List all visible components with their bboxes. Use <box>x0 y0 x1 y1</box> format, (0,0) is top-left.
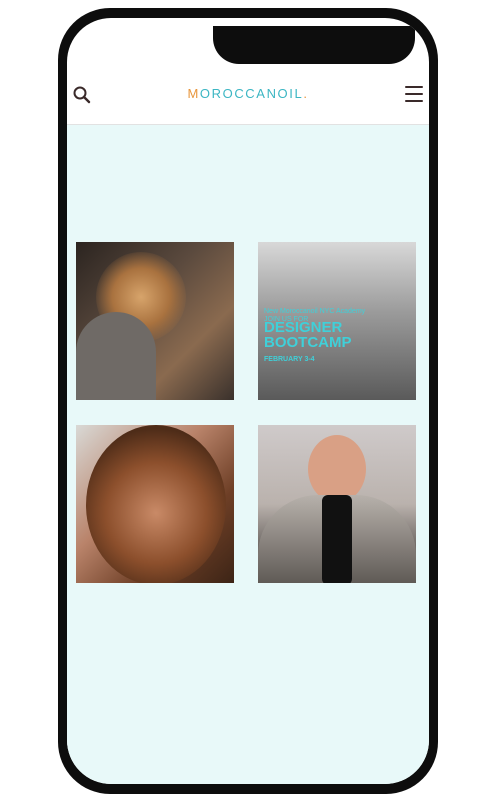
person-shape <box>76 312 156 400</box>
phone-screen: New Moroccanoil NYC Academy JOIN US FOR D… <box>67 18 429 784</box>
event-date: FEBRUARY 3-4 <box>264 356 315 363</box>
hamburger-menu-icon[interactable] <box>405 86 423 102</box>
phone-notch <box>213 26 415 64</box>
site-header: MOROCCANOIL. <box>67 66 429 125</box>
event-title: DESIGNER BOOTCAMP <box>264 319 352 351</box>
gallery-tile-3[interactable] <box>76 425 234 583</box>
gallery-tile-1[interactable] <box>76 242 234 400</box>
gallery-image-4 <box>308 435 366 503</box>
gallery-tile-2[interactable]: New Moroccanoil NYC Academy JOIN US FOR D… <box>258 242 416 400</box>
gallery-tile-4[interactable] <box>258 425 416 583</box>
gallery-image-3 <box>86 425 226 583</box>
shirt-shape <box>322 495 352 583</box>
page-content[interactable]: New Moroccanoil NYC Academy JOIN US FOR D… <box>67 125 429 784</box>
brand-logo[interactable]: MOROCCANOIL. <box>67 86 429 101</box>
